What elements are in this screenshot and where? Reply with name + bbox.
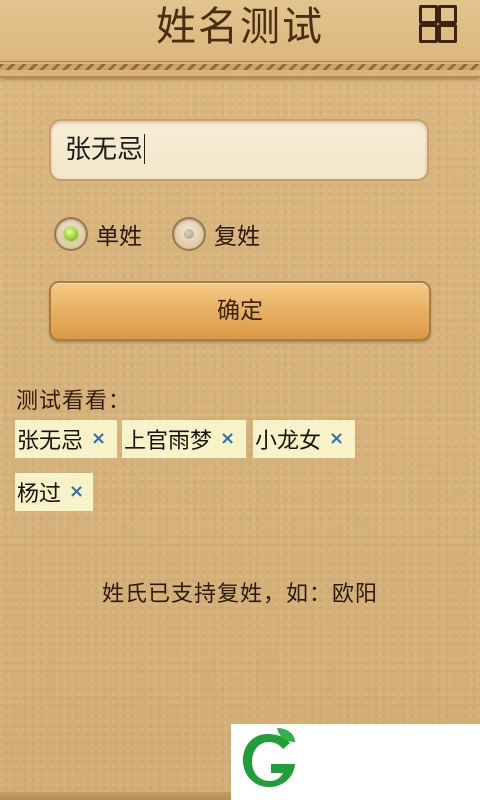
header-stitch-line: [0, 61, 480, 62]
example-tag[interactable]: 小龙女 ×: [253, 420, 355, 458]
logo-panel: [231, 724, 480, 800]
grid-menu-icon[interactable]: [419, 5, 457, 43]
example-tag-name: 张无忌: [17, 429, 84, 454]
example-tag-name: 上官雨梦: [124, 429, 213, 454]
app-screen: 姓名测试 张无忌 单姓 复姓 确定 测试看看： 张无忌 × 上官雨梦 × 小龙女…: [0, 0, 480, 800]
grid-cell: [438, 5, 457, 24]
example-tag-name: 杨过: [17, 482, 62, 507]
example-tag[interactable]: 张无忌 ×: [15, 420, 117, 458]
app-logo-icon: [242, 728, 295, 788]
text-caret: [144, 133, 146, 164]
radio-button-unchecked[interactable]: [172, 217, 206, 251]
grid-cell: [419, 5, 438, 24]
close-icon[interactable]: ×: [220, 430, 235, 448]
name-input[interactable]: 张无忌: [49, 119, 429, 181]
example-tag-name: 小龙女: [255, 429, 322, 454]
grid-cell: [438, 24, 457, 43]
bottom-edge: [0, 792, 231, 800]
radio-button-checked[interactable]: [54, 217, 88, 251]
close-icon[interactable]: ×: [91, 430, 106, 448]
close-icon[interactable]: ×: [329, 430, 344, 448]
radio-single-surname[interactable]: 单姓: [54, 214, 142, 254]
radio-unselected-dot: [184, 229, 194, 239]
radio-selected-dot: [64, 227, 78, 241]
app-header: 姓名测试: [0, 0, 480, 78]
radio-single-label: 单姓: [96, 224, 142, 250]
radio-compound-surname[interactable]: 复姓: [172, 214, 260, 254]
name-input-value: 张无忌: [65, 135, 144, 165]
close-icon[interactable]: ×: [69, 483, 84, 501]
radio-compound-label: 复姓: [214, 224, 260, 250]
grid-cell: [419, 24, 438, 43]
surname-hint-text: 姓氏已支持复姓，如：欧阳: [101, 582, 378, 607]
page-title: 姓名测试: [156, 4, 324, 50]
confirm-button[interactable]: 确定: [49, 281, 431, 341]
header-stitching: [0, 64, 480, 70]
examples-label: 测试看看：: [16, 389, 132, 414]
example-tag[interactable]: 上官雨梦 ×: [122, 420, 246, 458]
example-tag[interactable]: 杨过 ×: [15, 473, 93, 511]
